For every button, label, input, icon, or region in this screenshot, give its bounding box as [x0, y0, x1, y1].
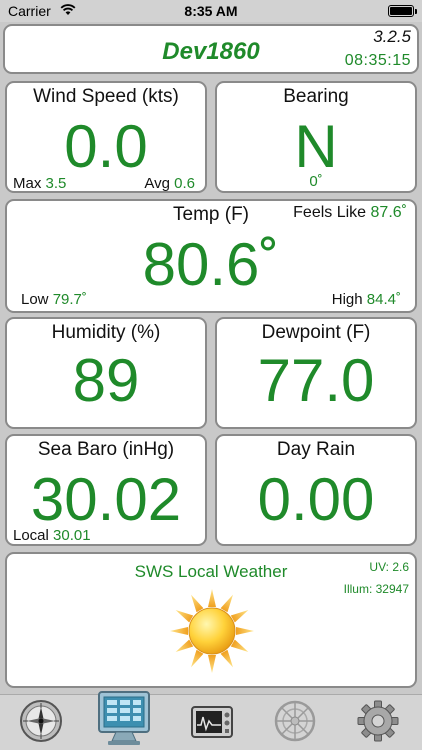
- baro-local-value: 30.01: [53, 527, 91, 544]
- wind-max-value: 3.5: [45, 175, 67, 192]
- dewpoint-panel[interactable]: Dewpoint (F) 77.0: [215, 317, 417, 429]
- temp-high-label: High: [331, 291, 363, 308]
- wind-speed-value: 0.0: [64, 113, 148, 180]
- compass-icon: [19, 700, 63, 747]
- bearing-label: Bearing: [283, 86, 349, 107]
- tab-wheel[interactable]: [273, 699, 321, 747]
- humidity-panel[interactable]: Humidity (%) 89: [5, 317, 207, 429]
- feels-like-value: 87.6˚: [370, 204, 407, 221]
- temp-value: 80.6˚: [142, 231, 280, 298]
- rain-value: 0.00: [257, 466, 375, 533]
- local-weather-panel[interactable]: SWS Local Weather UV: 2.6 Illum: 32947: [5, 552, 417, 688]
- baro-local-label: Local: [13, 527, 49, 544]
- dewpoint-label: Dewpoint (F): [261, 322, 371, 343]
- wind-speed-panel[interactable]: Wind Speed (kts) 0.0 Max 3.5 Avg 0.6: [5, 81, 207, 193]
- bearing-degrees: 0˚: [309, 173, 323, 190]
- status-time: 8:35 AM: [184, 3, 238, 19]
- gear-icon: [356, 700, 400, 747]
- wind-avg: Avg 0.6: [144, 175, 195, 192]
- wind-max: Max 3.5: [13, 175, 66, 192]
- temp-low-label: Low: [21, 291, 49, 308]
- humidity-value: 89: [72, 347, 140, 414]
- bearing-value: N: [294, 113, 338, 180]
- temp-low: Low 79.7˚: [21, 291, 87, 308]
- battery-icon: [388, 5, 417, 17]
- bearing-panel[interactable]: Bearing N 0˚: [215, 81, 417, 193]
- uv-index: UV: 2.6: [369, 560, 409, 574]
- temperature-panel[interactable]: Temp (F) Feels Like 87.6˚ 80.6˚ Low 79.7…: [5, 199, 417, 313]
- baro-label: Sea Baro (inHg): [37, 439, 175, 460]
- temp-high-value: 84.4˚: [366, 291, 401, 308]
- day-rain-panel[interactable]: Day Rain 0.00: [215, 434, 417, 546]
- temp-high: High 84.4˚: [332, 291, 401, 308]
- temp-low-value: 79.7˚: [52, 291, 87, 308]
- station-clock: 08:35:15: [344, 52, 411, 69]
- baro-local: Local 30.01: [13, 527, 91, 544]
- humidity-label: Humidity (%): [51, 322, 161, 343]
- wind-speed-label: Wind Speed (kts): [33, 86, 179, 107]
- wind-max-label: Max: [13, 175, 42, 192]
- tab-monitor[interactable]: [94, 689, 154, 749]
- tab-bar: [0, 691, 422, 750]
- wind-avg-value: 0.6: [174, 175, 195, 192]
- tab-compass[interactable]: [19, 699, 67, 747]
- tab-settings[interactable]: [356, 699, 404, 747]
- oscilloscope-icon: [190, 706, 234, 747]
- feels-like: Feels Like 87.6˚: [293, 204, 407, 222]
- sea-baro-panel[interactable]: Sea Baro (inHg) 30.02 Local 30.01: [5, 434, 207, 546]
- local-weather-title: SWS Local Weather: [134, 562, 288, 581]
- app-version: 3.2.5: [373, 27, 411, 46]
- feels-like-label: Feels Like: [293, 204, 367, 221]
- tab-scope[interactable]: [190, 699, 238, 747]
- wind-avg-label: Avg: [144, 175, 170, 192]
- sun-icon: [169, 588, 255, 674]
- header-panel: Dev1860 3.2.5 08:35:15: [3, 24, 419, 74]
- baro-value: 30.02: [30, 466, 182, 533]
- illumination: Illum: 32947: [343, 582, 409, 596]
- status-bar: Carrier 8:35 AM: [0, 0, 422, 22]
- dewpoint-value: 77.0: [257, 347, 375, 414]
- monitor-icon: [94, 691, 154, 750]
- wheel-icon: [273, 700, 317, 747]
- rain-label: Day Rain: [276, 439, 356, 460]
